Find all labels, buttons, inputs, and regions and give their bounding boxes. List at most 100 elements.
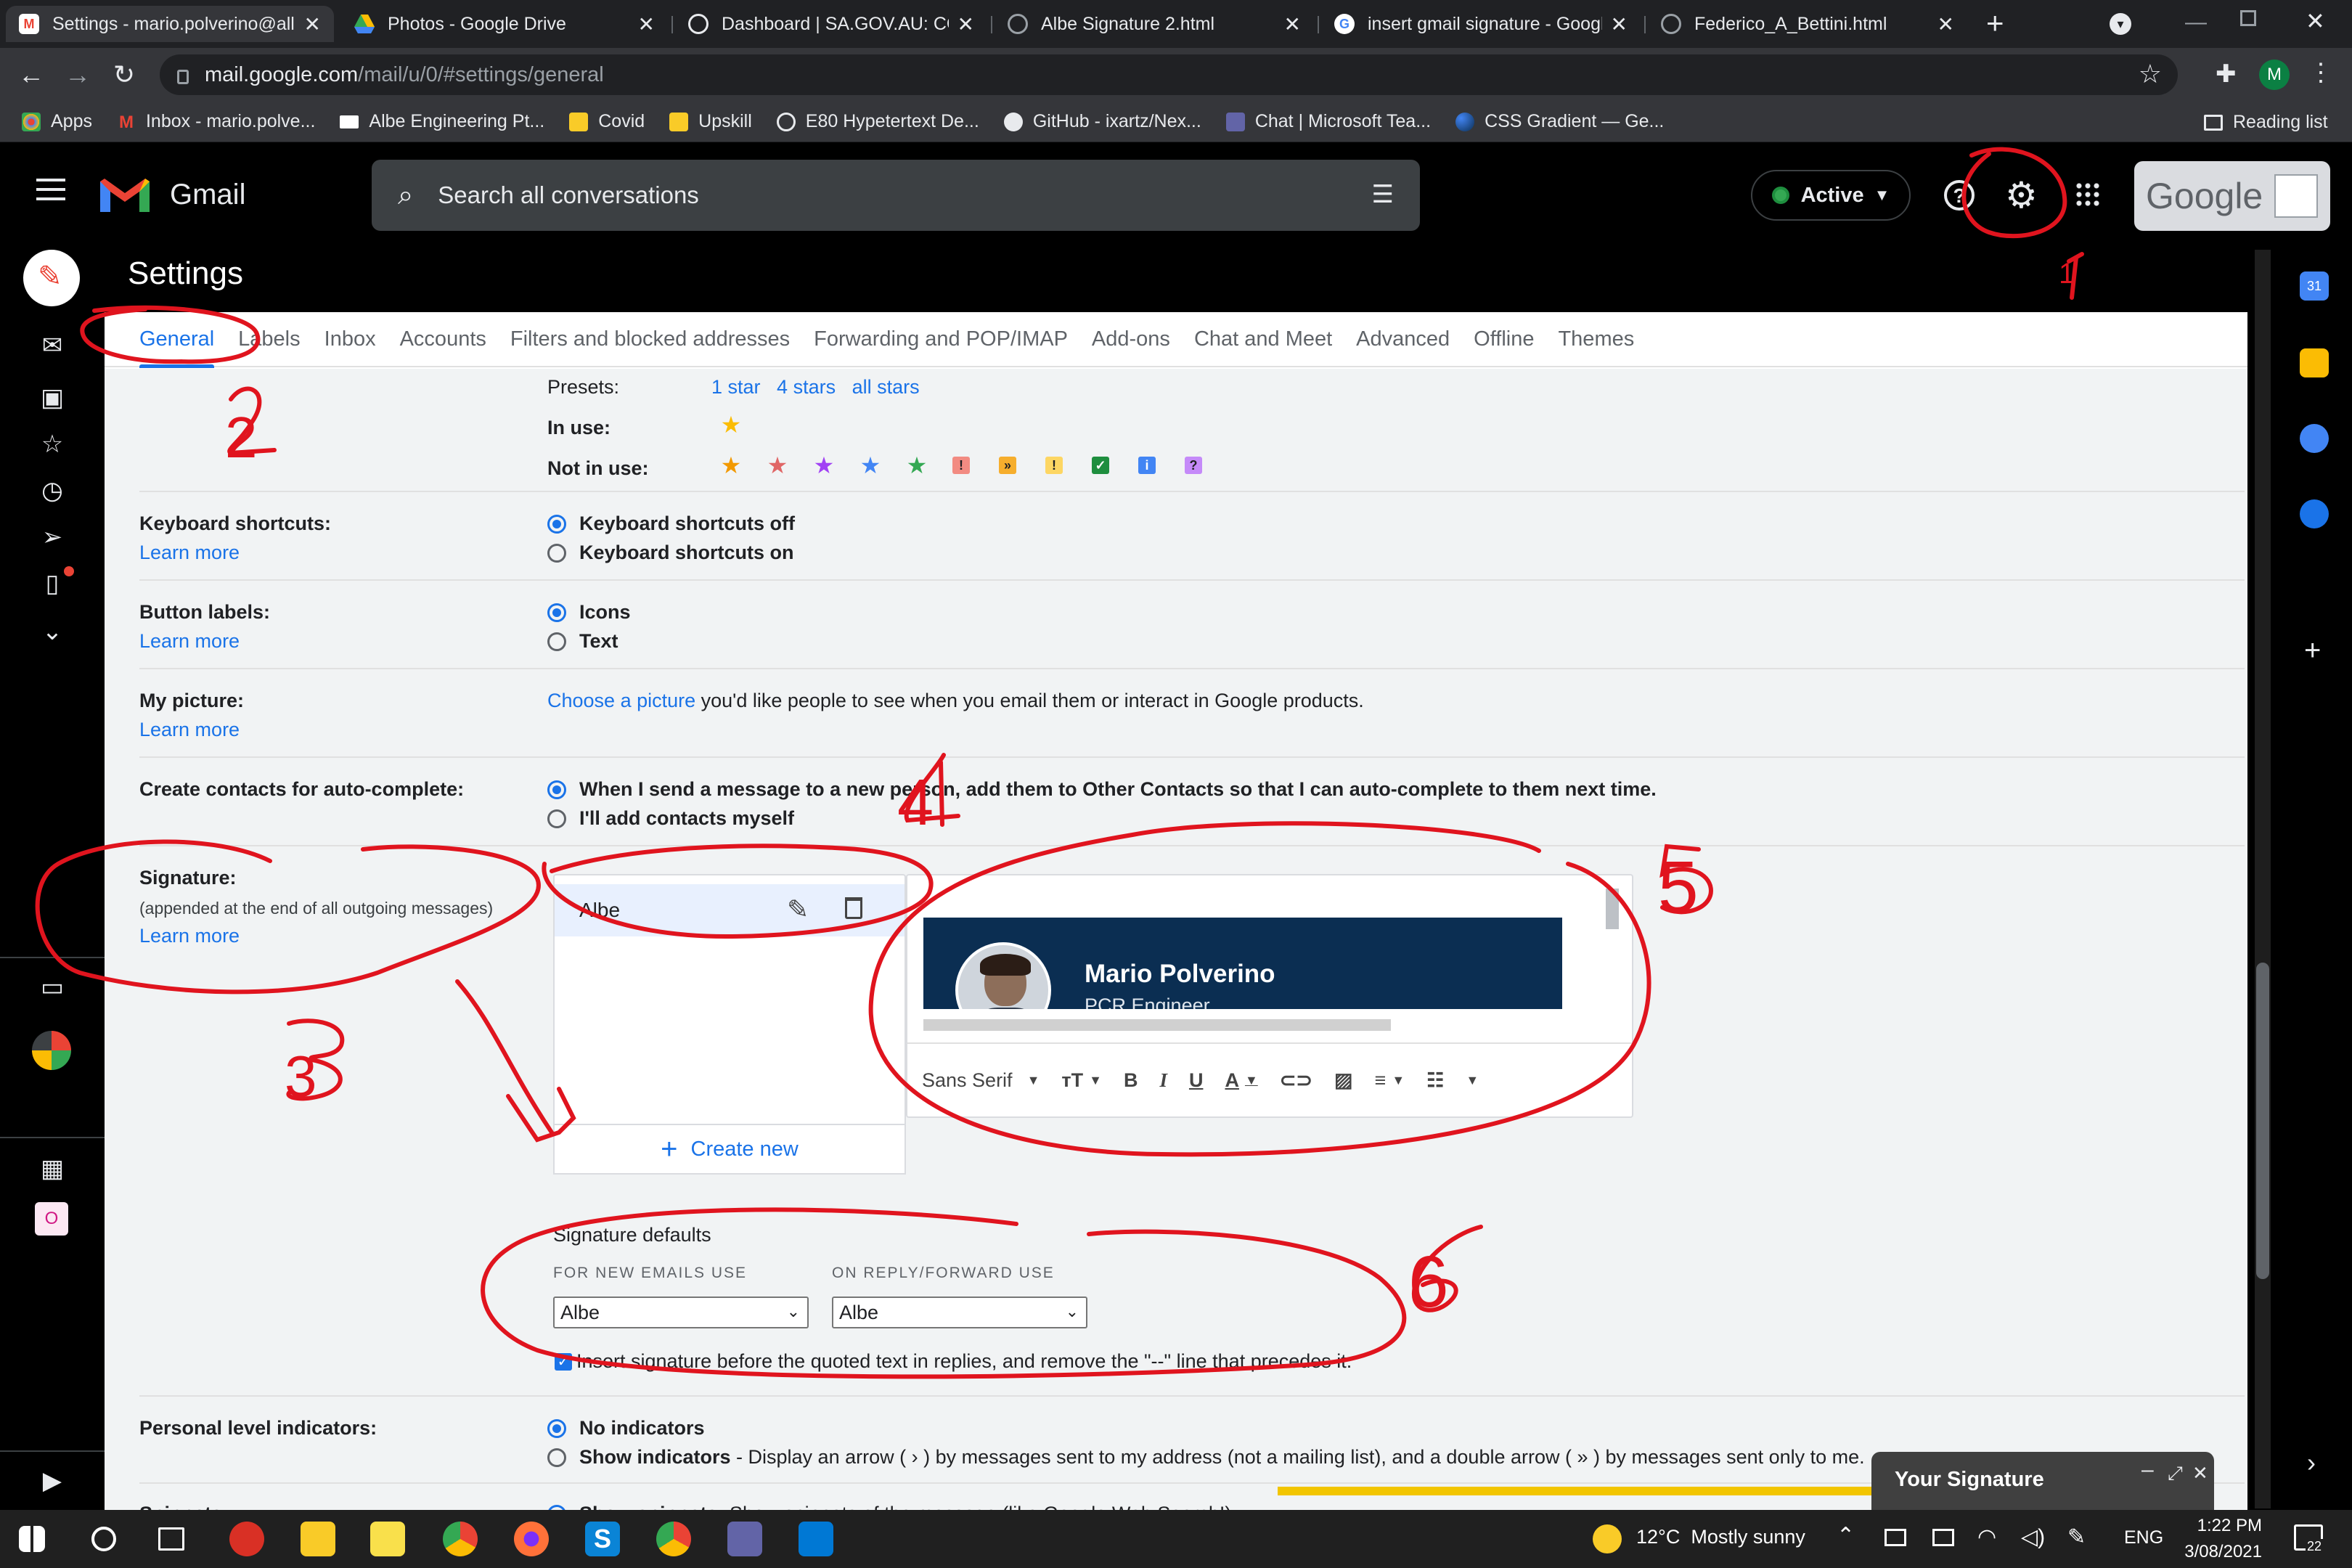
image-icon[interactable]: ▨ [1334,1069,1353,1092]
green-check-icon[interactable]: ✓ [1092,457,1109,474]
signature-editor[interactable]: Mario Polverino PCR Engineer Sans Serif ▼… [906,874,1633,1118]
tab-filters[interactable]: Filters and blocked addresses [510,312,790,367]
yellow-bang-icon[interactable]: ! [1045,457,1063,474]
tab-inbox[interactable]: Inbox [324,312,376,367]
align-icon[interactable]: ≡ ▼ [1375,1069,1405,1092]
search-options-icon[interactable]: ☰ [1372,180,1394,209]
vscode-icon[interactable] [799,1522,833,1556]
reply-signature-select[interactable]: Albe ⌄ [832,1297,1087,1328]
tab-advanced[interactable]: Advanced [1356,312,1450,367]
no-indicators-radio[interactable]: No indicators [547,1417,705,1440]
browser-tab-dashboard[interactable]: Dashboard | SA.GOV.AU: COVI ✕ [675,6,987,42]
numbered-list-icon[interactable]: ☷ [1426,1069,1444,1092]
orange-star-icon[interactable]: ★ [720,454,742,477]
close-tab-icon[interactable]: ✕ [1284,12,1301,36]
keyboard-off-radio[interactable]: Keyboard shortcuts off [547,513,795,535]
page-scrollbar-track[interactable] [2255,250,2271,1508]
search-input[interactable]: Search all conversations [438,181,699,209]
delete-trash-icon[interactable] [845,897,862,919]
tab-themes[interactable]: Themes [1558,312,1634,367]
new-tab-button[interactable]: + [1986,6,2004,41]
manual-contacts-radio[interactable]: I'll add contacts myself [547,807,794,830]
tab-labels[interactable]: Labels [238,312,300,367]
volume-icon[interactable]: ◁) [2021,1524,2045,1550]
wifi-icon[interactable]: ◠ [1977,1524,1996,1550]
close-tab-icon[interactable]: ✕ [638,12,655,36]
contacts-icon[interactable] [2300,499,2329,528]
red-star-icon[interactable]: ★ [767,454,788,477]
insert-before-quoted-checkbox[interactable]: ✓ Insert signature before the quoted tex… [555,1350,1352,1373]
tab-general[interactable]: General [139,312,215,368]
yellow-star-icon[interactable]: ★ [720,413,742,436]
orange-guillemet-icon[interactable]: » [999,457,1016,474]
show-snippets-radio[interactable]: Show snippets - Show snippets of the mes… [547,1503,1237,1510]
green-star-icon[interactable]: ★ [906,454,928,477]
search-bar[interactable]: ⌕ Search all conversations ☰ [372,160,1420,231]
tray-app-icon[interactable] [1885,1529,1906,1546]
bookmark-github[interactable]: GitHub - ixartz/Nex... [1003,111,1201,132]
tab-search-icon[interactable]: ▾ [2110,13,2131,35]
chat-window-header[interactable]: Your Signature – ⤢ ✕ [1871,1452,2214,1510]
chrome-menu-icon[interactable]: ⋮ [2308,58,2333,87]
blue-star-icon[interactable]: ★ [859,454,881,477]
status-active-button[interactable]: Active ▼ [1751,170,1911,221]
skype-icon[interactable]: S [585,1522,620,1556]
main-menu-icon[interactable] [36,179,65,200]
reload-icon[interactable]: ↻ [107,58,141,91]
keyboard-on-radio[interactable]: Keyboard shortcuts on [547,542,794,564]
profile-avatar[interactable]: M [2259,60,2290,90]
font-size-icon[interactable]: тT ▼ [1061,1069,1102,1092]
editor-horizontal-scrollbar[interactable] [923,1019,1391,1031]
link-icon[interactable]: ⊂⊃ [1280,1069,1312,1092]
purple-star-icon[interactable]: ★ [813,454,835,477]
spaces-icon[interactable]: ▦ [36,1153,68,1185]
more-formatting-icon[interactable]: ▼ [1466,1073,1479,1088]
bold-icon[interactable]: B [1124,1069,1138,1092]
bookmark-css-gradient[interactable]: CSS Gradient — Ge... [1455,111,1664,132]
editor-scrollbar[interactable] [1606,889,1619,929]
calendar-icon[interactable]: 31 [2300,271,2329,301]
tab-chat-meet[interactable]: Chat and Meet [1194,312,1332,367]
tab-offline[interactable]: Offline [1474,312,1534,367]
close-tab-icon[interactable]: ✕ [1937,12,1954,36]
tab-accounts[interactable]: Accounts [400,312,486,367]
bookmark-star-icon[interactable]: ☆ [2139,59,2162,89]
bookmark-apps[interactable]: Apps [22,111,92,132]
preset-1-star[interactable]: 1 star [711,376,761,398]
language-indicator[interactable]: ENG [2124,1527,2163,1548]
extensions-icon[interactable]: ✚ [2216,60,2237,89]
windows-start-icon[interactable] [19,1526,45,1552]
reading-list-button[interactable]: Reading list [2204,112,2328,133]
show-indicators-radio[interactable]: Show indicators - Display an arrow ( › )… [547,1446,1865,1469]
tasks-icon[interactable] [2300,424,2329,453]
bookmark-albe[interactable]: Albe Engineering Pt... [340,111,544,132]
bookmark-teams[interactable]: Chat | Microsoft Tea... [1225,111,1431,132]
more-chevron-icon[interactable]: ⌄ [36,616,68,648]
meet-video-icon[interactable]: ▶ [36,1465,68,1497]
preset-all-stars[interactable]: all stars [852,376,920,398]
preset-4-stars[interactable]: 4 stars [777,376,836,398]
chat-icon[interactable]: ▭ [36,971,68,1003]
signature-item-albe[interactable]: Albe ✎ [555,884,905,936]
add-addon-icon[interactable]: + [2304,634,2321,667]
close-window-icon[interactable]: ✕ [2306,7,2325,35]
bookmark-upskill[interactable]: Upskill [669,111,752,132]
browser-tab-gmail-settings[interactable]: M Settings - mario.polverino@all ✕ [6,6,334,42]
restore-window-icon[interactable] [2240,10,2256,26]
sticky-notes-icon[interactable] [370,1522,405,1556]
text-color-icon[interactable]: A ▼ [1225,1069,1257,1092]
bookmark-inbox[interactable]: M Inbox - mario.polve... [117,111,315,132]
font-family-select[interactable]: Sans Serif ▼ [922,1069,1040,1092]
teams-icon[interactable] [727,1522,762,1556]
edit-pencil-icon[interactable]: ✎ [787,894,809,925]
button-labels-learn-more-link[interactable]: Learn more [139,630,240,653]
browser-tab-google-drive[interactable]: Photos - Google Drive ✕ [341,6,668,42]
chrome-icon[interactable] [656,1522,691,1556]
browser-tab-albe-signature[interactable]: Albe Signature 2.html ✕ [995,6,1314,42]
close-chat-icon[interactable]: ✕ [2192,1462,2208,1485]
sent-icon[interactable]: ➢ [36,521,68,553]
signature-learn-more-link[interactable]: Learn more [139,925,240,947]
close-tab-icon[interactable]: ✕ [1611,12,1628,36]
browser-tab-google-search[interactable]: G insert gmail signature - Googl ✕ [1321,6,1641,42]
google-account-button[interactable]: Google [2134,161,2330,231]
